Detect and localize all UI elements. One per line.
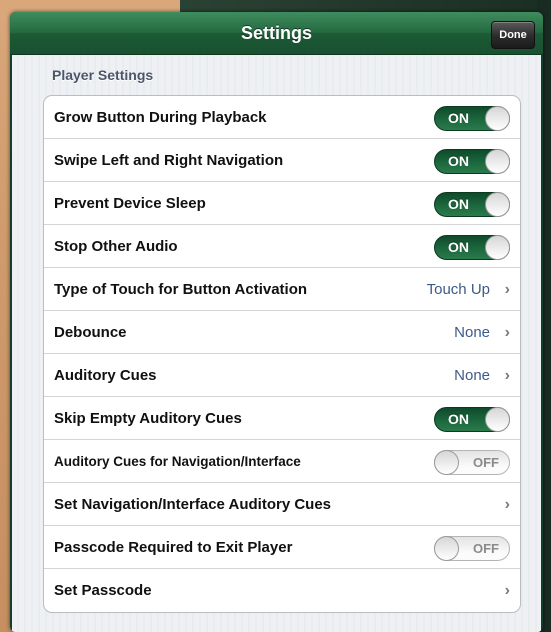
row-type-of-touch[interactable]: Type of Touch for Button Activation Touc… (44, 268, 520, 311)
row-stop-other-audio: Stop Other Audio ON (44, 225, 520, 268)
page-title: Settings (240, 23, 312, 43)
done-button[interactable]: Done (491, 21, 535, 49)
toggle-state-label: ON (448, 196, 469, 212)
row-passcode-required: Passcode Required to Exit Player OFF (44, 526, 520, 569)
row-label: Debounce (54, 324, 127, 341)
row-label: Auditory Cues (54, 367, 157, 384)
toggle-knob (434, 536, 459, 561)
toggle-switch[interactable]: ON (434, 407, 510, 432)
chevron-right-icon: › (504, 582, 510, 599)
row-label: Swipe Left and Right Navigation (54, 152, 284, 169)
row-label: Set Passcode (54, 582, 152, 599)
chevron-right-icon: › (504, 496, 510, 513)
toggle-state-label: OFF (473, 455, 499, 470)
chevron-right-icon: › (504, 281, 510, 298)
toggle-state-label: OFF (473, 541, 499, 556)
row-label: Type of Touch for Button Activation (54, 281, 308, 298)
row-label: Auditory Cues for Navigation/Interface (54, 454, 301, 469)
toggle-switch[interactable]: ON (434, 106, 510, 131)
row-set-passcode[interactable]: Set Passcode › (44, 569, 520, 612)
section-header: Player Settings (52, 67, 154, 83)
toggle-switch[interactable]: OFF (434, 450, 510, 475)
toggle-switch[interactable]: ON (434, 192, 510, 217)
toggle-knob (485, 235, 510, 260)
toggle-state-label: ON (448, 239, 469, 255)
row-set-navigation-auditory-cues[interactable]: Set Navigation/Interface Auditory Cues › (44, 483, 520, 526)
toggle-switch[interactable]: ON (434, 235, 510, 260)
row-skip-empty-auditory-cues: Skip Empty Auditory Cues ON (44, 397, 520, 440)
row-detail-value: None (454, 324, 490, 341)
toggle-knob (485, 149, 510, 174)
row-auditory-cues-navigation: Auditory Cues for Navigation/Interface O… (44, 440, 520, 483)
row-detail-value: None (454, 367, 490, 384)
row-label: Grow Button During Playback (54, 109, 267, 126)
row-prevent-device-sleep: Prevent Device Sleep ON (44, 182, 520, 225)
settings-popover: Settings Done Player Settings Grow Butto… (10, 12, 543, 632)
toggle-knob (434, 450, 459, 475)
row-label: Skip Empty Auditory Cues (54, 410, 242, 427)
toggle-switch[interactable]: OFF (434, 536, 510, 561)
row-swipe-navigation: Swipe Left and Right Navigation ON (44, 139, 520, 182)
toggle-switch[interactable]: ON (434, 149, 510, 174)
toggle-knob (485, 192, 510, 217)
row-grow-button-during-playback: Grow Button During Playback ON (44, 96, 520, 139)
navigation-bar: Settings Done (10, 12, 543, 55)
row-label: Stop Other Audio (54, 238, 178, 255)
row-auditory-cues[interactable]: Auditory Cues None › (44, 354, 520, 397)
chevron-right-icon: › (504, 324, 510, 341)
row-label: Set Navigation/Interface Auditory Cues (54, 496, 332, 513)
toggle-state-label: ON (448, 153, 469, 169)
toggle-knob (485, 407, 510, 432)
row-label: Passcode Required to Exit Player (54, 539, 293, 556)
settings-group: Grow Button During Playback ON Swipe Lef… (43, 95, 521, 613)
row-label: Prevent Device Sleep (54, 195, 206, 212)
toggle-knob (485, 106, 510, 131)
chevron-right-icon: › (504, 367, 510, 384)
row-detail-value: Touch Up (426, 281, 490, 298)
row-debounce[interactable]: Debounce None › (44, 311, 520, 354)
toggle-state-label: ON (448, 110, 469, 126)
toggle-state-label: ON (448, 411, 469, 427)
settings-content: Player Settings Grow Button During Playb… (12, 55, 541, 632)
